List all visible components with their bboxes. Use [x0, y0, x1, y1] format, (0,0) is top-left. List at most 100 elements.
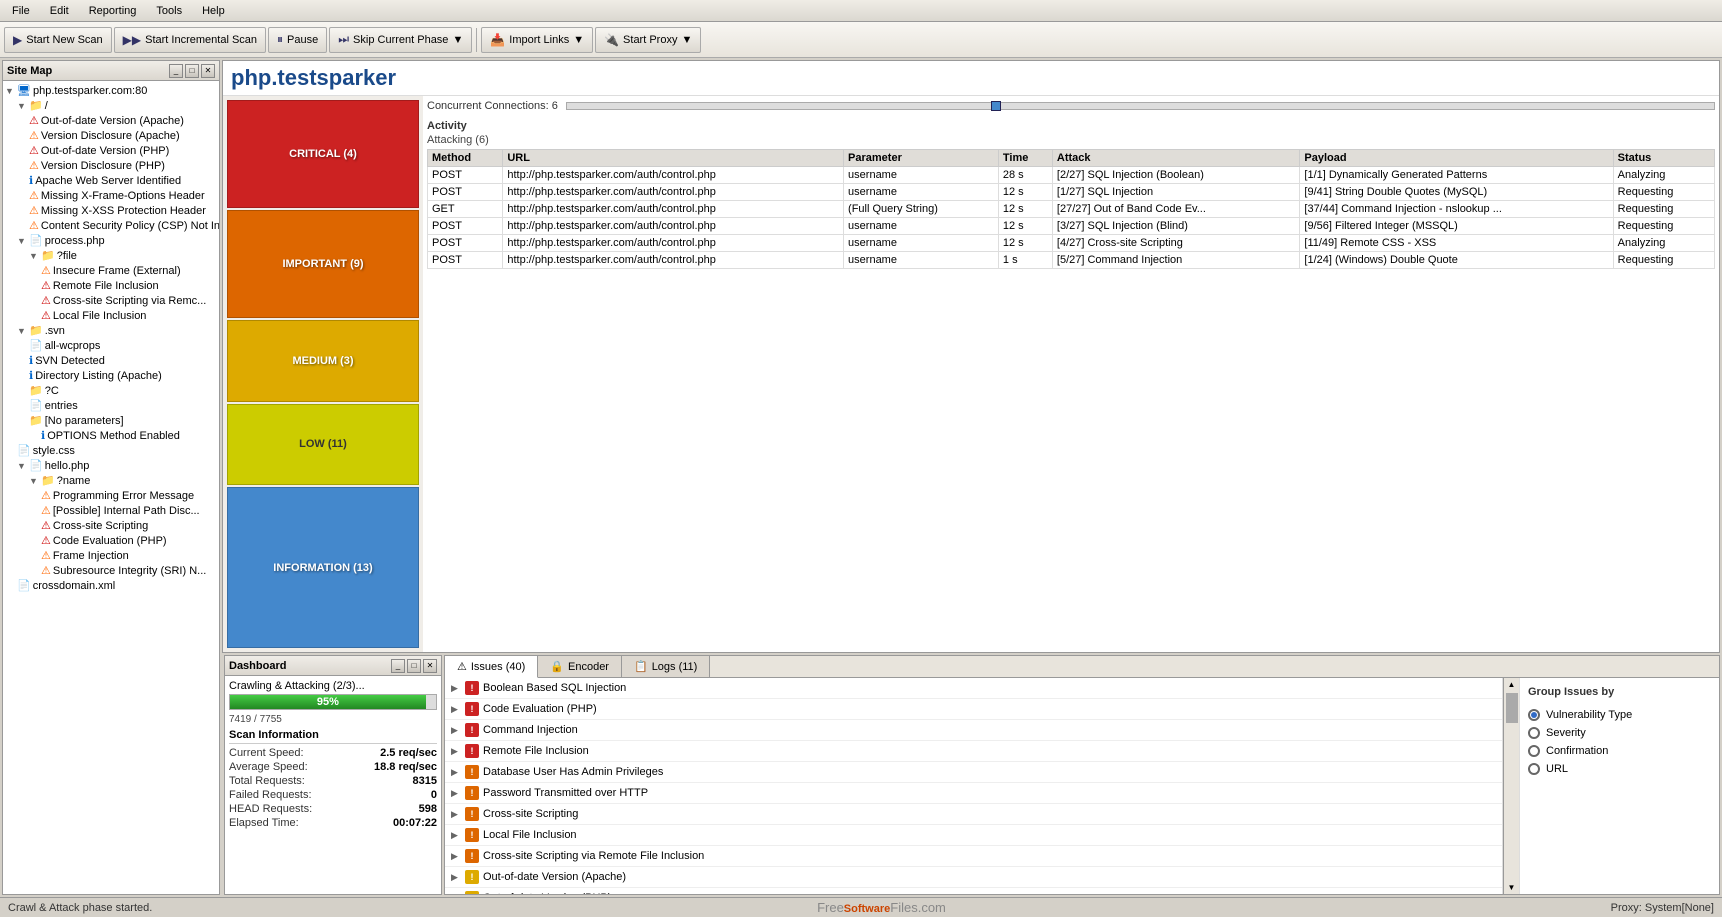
list-item[interactable]: 📁?C [5, 383, 217, 398]
table-row[interactable]: GET http://php.testsparker.com/auth/cont… [428, 201, 1715, 218]
list-item[interactable]: ▶ ! Out-of-date Version (PHP) [445, 888, 1502, 894]
scan-info-row: Failed Requests:0 [229, 788, 437, 802]
dashboard-maximize[interactable]: □ [407, 659, 421, 673]
list-item[interactable]: ⚠Cross-site Scripting via Remc... [5, 293, 217, 308]
list-item[interactable]: ℹDirectory Listing (Apache) [5, 368, 217, 383]
list-item[interactable]: ▼ 📁 / [5, 98, 217, 113]
site-map-close[interactable]: ✕ [201, 64, 215, 78]
scrollbar[interactable]: ▲ ▼ [1503, 678, 1519, 894]
list-item[interactable]: ▼ 📁 ?name [5, 473, 217, 488]
expand-icon: ▶ [451, 767, 461, 778]
crawl-status: Crawling & Attacking (2/3)... [229, 680, 437, 692]
group-option[interactable]: Confirmation [1528, 742, 1711, 760]
list-item[interactable]: ▼ 📄 process.php [5, 233, 217, 248]
menu-tools[interactable]: Tools [148, 3, 190, 19]
group-option[interactable]: URL [1528, 760, 1711, 778]
list-item[interactable]: ⚠Missing X-XSS Protection Header [5, 203, 217, 218]
list-item[interactable]: ⚠Code Evaluation (PHP) [5, 533, 217, 548]
list-item[interactable]: ⚠Cross-site Scripting [5, 518, 217, 533]
list-item[interactable]: ℹOPTIONS Method Enabled [5, 428, 217, 443]
menu-reporting[interactable]: Reporting [81, 3, 145, 19]
scroll-down[interactable]: ▼ [1506, 881, 1518, 894]
list-item[interactable]: 📄style.css [5, 443, 217, 458]
new-scan-button[interactable]: ▶ Start New Scan [4, 27, 112, 53]
radio-button[interactable] [1528, 709, 1540, 721]
list-item[interactable]: ▼ 📁 .svn [5, 323, 217, 338]
list-item[interactable]: ⚠[Possible] Internal Path Disc... [5, 503, 217, 518]
tab-logs[interactable]: 📋 Logs (11) [622, 656, 710, 677]
list-item[interactable]: ⚠Version Disclosure (PHP) [5, 158, 217, 173]
list-item[interactable]: 📄crossdomain.xml [5, 578, 217, 593]
site-map-minimize[interactable]: _ [169, 64, 183, 78]
start-proxy-button[interactable]: 🔌 Start Proxy ▼ [595, 27, 701, 53]
list-item[interactable]: ⚠Insecure Frame (External) [5, 263, 217, 278]
list-item[interactable]: ▶ ! Cross-site Scripting [445, 804, 1502, 825]
dashboard-close[interactable]: ✕ [423, 659, 437, 673]
list-item[interactable]: 📄entries [5, 398, 217, 413]
list-item[interactable]: ⚠Version Disclosure (Apache) [5, 128, 217, 143]
list-item[interactable]: ℹSVN Detected [5, 353, 217, 368]
treemap-important[interactable]: IMPORTANT (9) [227, 210, 419, 318]
list-item[interactable]: ⚠Out-of-date Version (PHP) [5, 143, 217, 158]
list-item[interactable]: 📄all-wcprops [5, 338, 217, 353]
list-item[interactable]: ⚠Frame Injection [5, 548, 217, 563]
scroll-up[interactable]: ▲ [1506, 678, 1518, 691]
import-links-button[interactable]: 📥 Import Links ▼ [481, 27, 593, 53]
list-item[interactable]: ▶ ! Password Transmitted over HTTP [445, 783, 1502, 804]
treemap-low[interactable]: LOW (11) [227, 404, 419, 486]
menu-help[interactable]: Help [194, 3, 233, 19]
treemap-critical[interactable]: CRITICAL (4) [227, 100, 419, 208]
list-item[interactable]: ▶ ! Boolean Based SQL Injection [445, 678, 1502, 699]
incremental-scan-button[interactable]: ▶▶ Start Incremental Scan [114, 27, 266, 53]
list-item[interactable]: ⚠Programming Error Message [5, 488, 217, 503]
menu-edit[interactable]: Edit [42, 3, 77, 19]
skip-phase-button[interactable]: ⏭ Skip Current Phase ▼ [329, 27, 472, 53]
treemap-info[interactable]: INFORMATION (13) [227, 487, 419, 648]
expand-icon: ▶ [451, 746, 461, 757]
list-item[interactable]: ▶ ! Cross-site Scripting via Remote File… [445, 846, 1502, 867]
scroll-thumb[interactable] [1506, 693, 1518, 723]
list-item[interactable]: ▶ ! Database User Has Admin Privileges [445, 762, 1502, 783]
radio-button[interactable] [1528, 745, 1540, 757]
list-item[interactable]: ▶ ! Remote File Inclusion [445, 741, 1502, 762]
table-row[interactable]: POST http://php.testsparker.com/auth/con… [428, 218, 1715, 235]
list-item[interactable]: ▼ 📁 ?file [5, 248, 217, 263]
site-map-content: ▼ 🖥 php.testsparker.com:80 ▼ 📁 / ⚠Out-of… [3, 81, 219, 894]
treemap-medium[interactable]: MEDIUM (3) [227, 320, 419, 402]
pause-button[interactable]: ⏸ Pause [268, 27, 327, 53]
list-item[interactable]: ⚠Local File Inclusion [5, 308, 217, 323]
list-item[interactable]: ▶ ! Code Evaluation (PHP) [445, 699, 1502, 720]
list-item[interactable]: ⚠Content Security Policy (CSP) Not In... [5, 218, 217, 233]
menu-file[interactable]: File [4, 3, 38, 19]
site-map-maximize[interactable]: □ [185, 64, 199, 78]
list-item[interactable]: ▶ ! Command Injection [445, 720, 1502, 741]
tree-root[interactable]: ▼ 🖥 php.testsparker.com:80 [5, 83, 217, 98]
severity-icon: ! [465, 786, 479, 800]
list-item[interactable]: ⚠Remote File Inclusion [5, 278, 217, 293]
table-row[interactable]: POST http://php.testsparker.com/auth/con… [428, 184, 1715, 201]
radio-button[interactable] [1528, 763, 1540, 775]
list-item[interactable]: 📁[No parameters] [5, 413, 217, 428]
list-item[interactable]: ℹApache Web Server Identified [5, 173, 217, 188]
list-item[interactable]: ⚠Out-of-date Version (Apache) [5, 113, 217, 128]
dashboard-title: Dashboard [229, 660, 286, 672]
list-item[interactable]: ⚠Subresource Integrity (SRI) N... [5, 563, 217, 578]
tab-encoder[interactable]: 🔒 Encoder [538, 656, 622, 677]
progress-thumb[interactable] [991, 101, 1001, 111]
group-option[interactable]: Severity [1528, 724, 1711, 742]
list-item[interactable]: ▶ ! Out-of-date Version (Apache) [445, 867, 1502, 888]
progress-container[interactable] [566, 102, 1715, 110]
list-item[interactable]: ▼ 📄 hello.php [5, 458, 217, 473]
vuln-area: CRITICAL (4) IMPORTANT (9) MEDIUM (3) LO… [223, 96, 1719, 652]
col-method: Method [428, 150, 503, 167]
list-item[interactable]: ▶ ! Local File Inclusion [445, 825, 1502, 846]
group-option[interactable]: Vulnerability Type [1528, 706, 1711, 724]
dashboard-minimize[interactable]: _ [391, 659, 405, 673]
table-row[interactable]: POST http://php.testsparker.com/auth/con… [428, 252, 1715, 269]
table-row[interactable]: POST http://php.testsparker.com/auth/con… [428, 167, 1715, 184]
list-item[interactable]: ⚠Missing X-Frame-Options Header [5, 188, 217, 203]
info-icon: ℹ [29, 174, 33, 187]
table-row[interactable]: POST http://php.testsparker.com/auth/con… [428, 235, 1715, 252]
radio-button[interactable] [1528, 727, 1540, 739]
tab-issues[interactable]: ⚠ Issues (40) [445, 656, 538, 678]
